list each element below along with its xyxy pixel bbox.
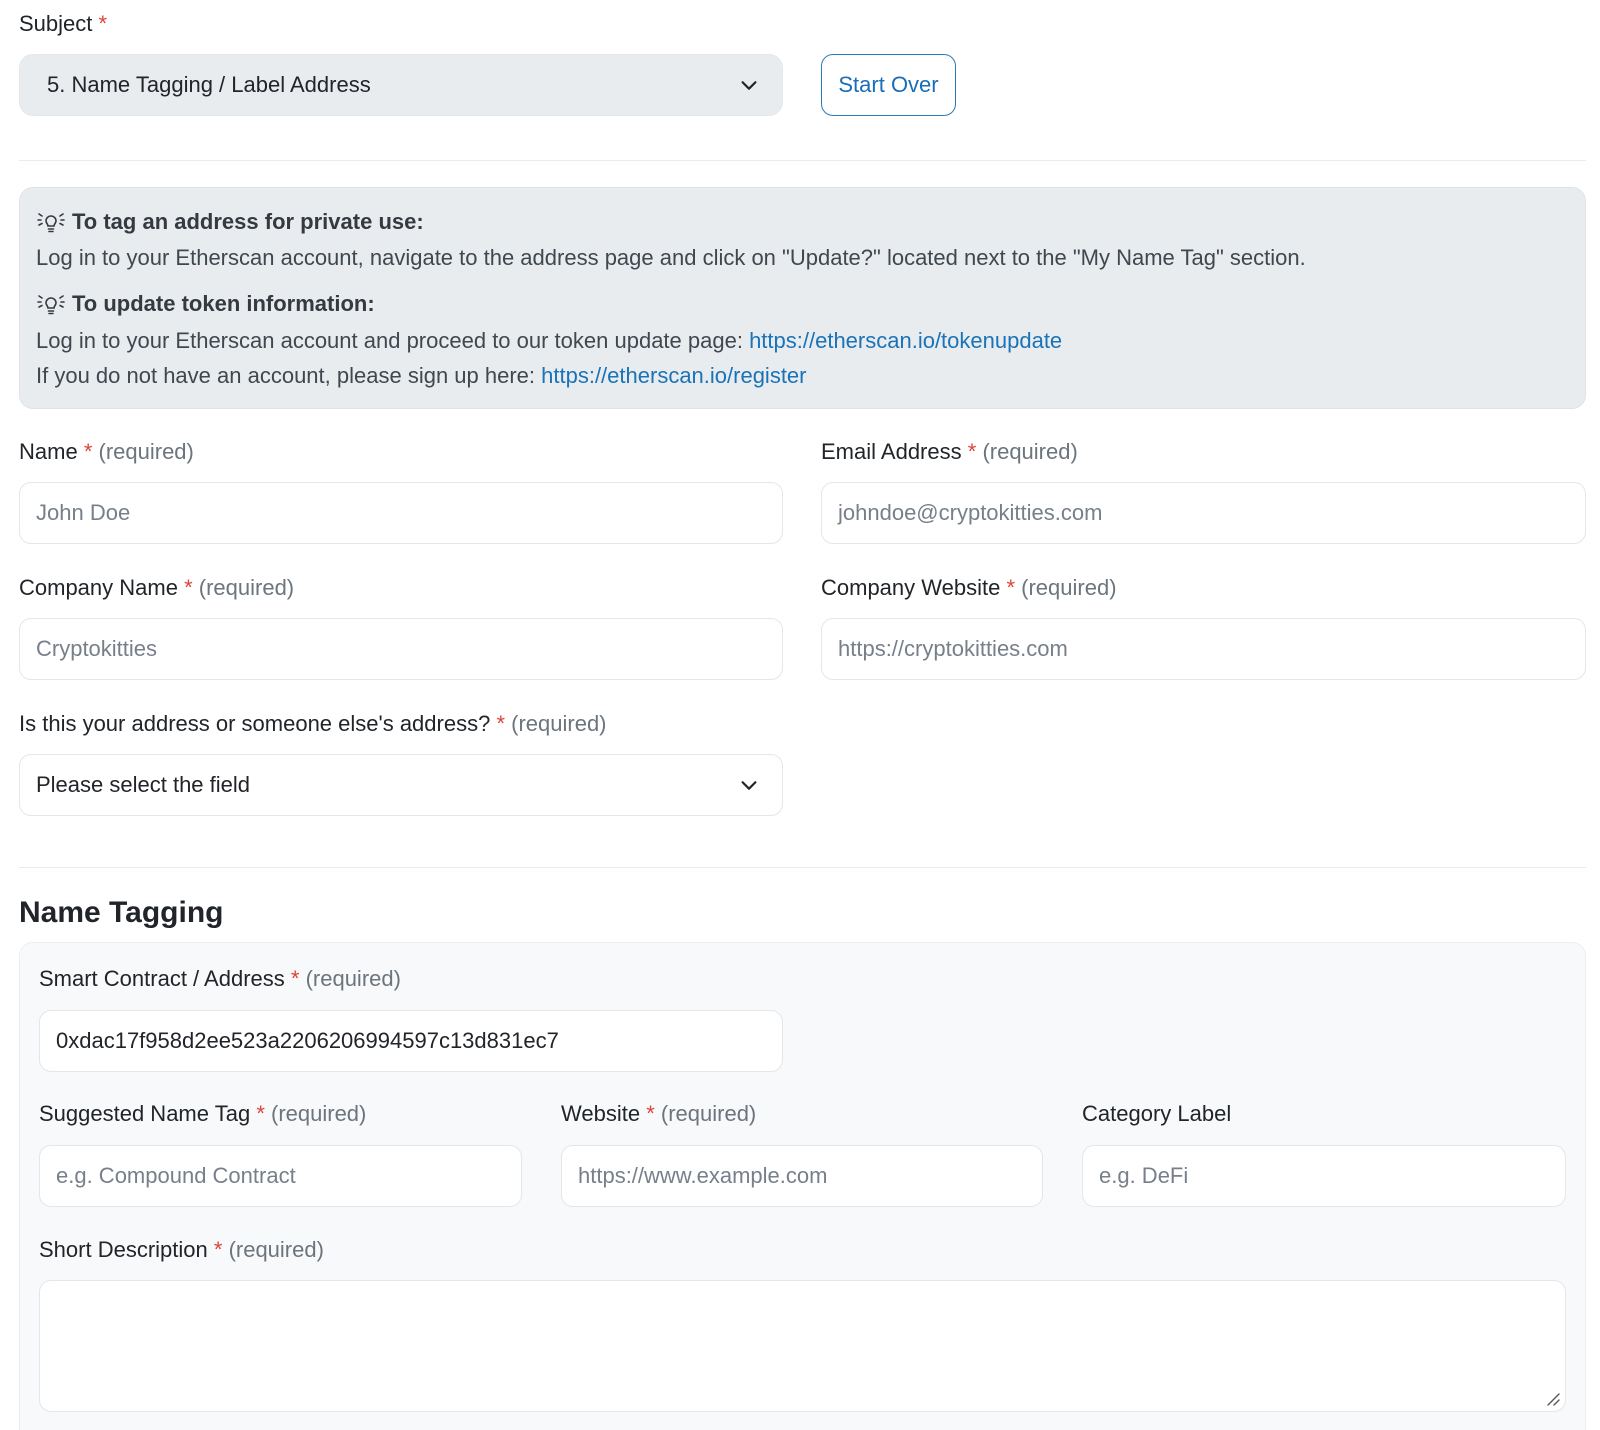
required-star: * [290,966,300,991]
company-name-field-label: Company Name * (required) [19,577,294,599]
required-hint: (required) [98,439,194,464]
private-use-title: To tag an address for private use: [36,209,424,235]
required-hint: (required) [511,711,607,736]
category-input[interactable]: e.g. DeFi [1082,1145,1566,1207]
subject-select[interactable]: 5. Name Tagging / Label Address [19,54,783,116]
email-input[interactable]: johndoe@cryptokitties.com [821,482,1586,544]
subject-label-text: Subject [19,11,93,36]
required-star: * [1006,575,1016,600]
description-textarea[interactable] [39,1280,1566,1412]
name-tag-field-label: Suggested Name Tag * (required) [39,1103,366,1125]
website-input[interactable]: https://www.example.com [561,1145,1043,1207]
name-tag-input[interactable]: e.g. Compound Contract [39,1145,522,1207]
required-hint: (required) [660,1101,757,1126]
required-hint: (required) [198,575,295,600]
divider [19,867,1586,868]
token-update-link[interactable]: https://etherscan.io/tokenupdate [749,328,1062,353]
company-website-field-label: Company Website * (required) [821,577,1117,599]
required-star: * [83,439,93,464]
divider [19,160,1586,161]
address-input[interactable]: 0xdac17f958d2ee523a2206206994597c13d831e… [39,1010,783,1072]
name-tagging-title: Name Tagging [19,896,224,929]
address-label-text: Smart Contract / Address [39,966,285,991]
name-label-text: Name [19,439,78,464]
private-use-title-text: To tag an address for private use: [72,209,424,234]
required-hint: (required) [982,439,1078,464]
resize-handle-icon[interactable] [1545,1391,1561,1407]
token-update-text: Log in to your Etherscan account and pro… [36,328,1062,354]
required-star: * [646,1101,655,1126]
required-star: * [98,11,108,36]
register-link[interactable]: https://etherscan.io/register [541,363,806,388]
token-update-text-body: Log in to your Etherscan account and pro… [36,328,750,353]
token-update-title: To update token information: [36,291,375,317]
description-field-label: Short Description * (required) [39,1239,324,1261]
register-text-body: If you do not have an account, please si… [36,363,542,388]
required-star: * [256,1101,265,1126]
category-label-text: Category Label [1082,1101,1232,1126]
website-label-text: Website [561,1101,641,1126]
company-website-label-text: Company Website [821,575,1001,600]
register-text: If you do not have an account, please si… [36,363,807,389]
company-website-input[interactable]: https://cryptokitties.com [821,618,1586,680]
name-input[interactable]: John Doe [19,482,783,544]
ownership-select[interactable]: Please select the field [19,754,783,816]
required-star: * [496,711,506,736]
start-over-button[interactable]: Start Over [821,54,956,116]
lightbulb-icon [37,295,65,315]
chevron-down-icon [741,81,757,90]
email-field-label: Email Address * (required) [821,441,1078,463]
subject-selected-value: 5. Name Tagging / Label Address [47,72,371,97]
required-star: * [184,575,193,600]
required-hint: (required) [271,1101,367,1126]
private-use-text: Log in to your Etherscan account, naviga… [36,245,1306,270]
website-field-label: Website * (required) [561,1103,756,1125]
ownership-selected-value: Please select the field [36,772,251,797]
required-hint: (required) [228,1237,324,1262]
ownership-field-label: Is this your address or someone else's a… [19,713,607,735]
token-update-title-text: To update token information: [72,291,375,316]
name-field-label: Name * (required) [19,441,194,463]
chevron-down-icon [741,781,757,790]
required-star: * [967,439,977,464]
name-tag-label-text: Suggested Name Tag [39,1101,251,1126]
description-label-text: Short Description [39,1237,208,1262]
required-hint: (required) [1021,575,1117,600]
address-field-label: Smart Contract / Address * (required) [39,968,401,990]
email-label-text: Email Address [821,439,962,464]
company-name-label-text: Company Name [19,575,178,600]
lightbulb-icon [37,213,65,233]
required-hint: (required) [305,966,401,991]
required-star: * [213,1237,223,1262]
company-name-input[interactable]: Cryptokitties [19,618,783,680]
subject-label: Subject * [19,13,107,35]
category-field-label: Category Label [1082,1103,1231,1125]
ownership-label-text: Is this your address or someone else's a… [19,711,491,736]
